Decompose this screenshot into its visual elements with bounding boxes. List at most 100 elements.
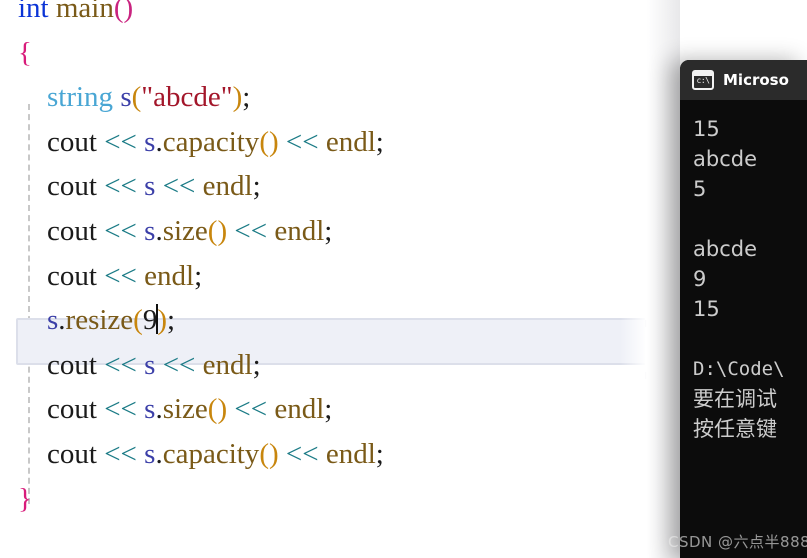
console-line: abcde: [693, 237, 757, 261]
code-token: <<: [104, 125, 137, 158]
scrollbar-change-mark: [645, 320, 667, 327]
code-token: resize: [65, 304, 134, 337]
code-token: endl: [202, 170, 253, 203]
code-token: cout: [47, 437, 97, 470]
code-token: cout: [47, 393, 97, 426]
code-token: <<: [104, 393, 137, 426]
console-title: Microso: [723, 71, 789, 89]
code-token: <<: [104, 348, 137, 381]
code-token: <<: [104, 214, 137, 247]
code-token: s: [144, 393, 156, 426]
code-token: s: [144, 214, 156, 247]
console-output: 15 abcde 5 abcde 9 15 D:\Code\ 要在调试按任意键: [680, 100, 807, 444]
code-token: {: [18, 36, 32, 69]
code-token: (): [207, 393, 228, 426]
code-token: .: [155, 214, 163, 247]
code-token: (: [133, 304, 143, 337]
code-token: ): [157, 304, 168, 337]
code-token: cout: [47, 214, 97, 247]
code-token: cout: [47, 259, 97, 292]
code-token: string: [47, 81, 114, 114]
code-token: ;: [324, 393, 333, 426]
code-token: "abcde": [141, 81, 233, 114]
code-token: 9: [142, 304, 158, 337]
code-token: int: [18, 0, 49, 24]
code-token: endl: [274, 214, 325, 247]
code-token: endl: [144, 259, 195, 292]
code-token: endl: [325, 125, 376, 158]
code-token: ;: [252, 348, 261, 381]
terminal-icon-glyph: c:\: [696, 76, 710, 85]
code-token: s: [120, 81, 132, 114]
code-token: (): [113, 0, 134, 24]
code-token: (): [207, 214, 228, 247]
code-token: size: [162, 393, 208, 426]
console-titlebar[interactable]: c:\ Microso: [680, 60, 807, 100]
code-token: (): [259, 125, 279, 158]
code-token: }: [18, 482, 32, 515]
code-token: cout: [47, 170, 97, 203]
code-token: capacity: [162, 437, 260, 470]
terminal-icon: c:\: [692, 70, 714, 90]
code-token: (: [131, 81, 142, 114]
console-line: 15: [693, 297, 720, 321]
code-token: s: [144, 170, 156, 203]
console-line: abcde: [693, 147, 757, 171]
code-token: ;: [242, 81, 251, 114]
console-line: 9: [693, 267, 707, 291]
code-token: cout: [47, 348, 97, 381]
screenshot-root: int main(){ string s("abcde"); cout << s…: [0, 0, 807, 558]
code-token: (): [259, 437, 279, 470]
code-token: ;: [375, 125, 384, 158]
code-token: <<: [162, 170, 196, 203]
code-token: capacity: [162, 125, 260, 158]
console-line: 5: [693, 177, 707, 201]
code-token: .: [58, 304, 66, 337]
code-token: .: [155, 125, 163, 158]
line-int-main[interactable]: int main(): [0, 0, 807, 31]
code-token: <<: [234, 214, 268, 247]
code-token: <<: [104, 259, 137, 292]
editor-scrollbar[interactable]: [645, 0, 667, 558]
scrollbar-change-mark: [645, 372, 667, 379]
code-token: main: [55, 0, 114, 24]
code-token: cout: [47, 125, 97, 158]
code-token: ;: [252, 170, 261, 203]
code-token: size: [162, 214, 208, 247]
code-token: endl: [274, 393, 325, 426]
code-token: ;: [167, 304, 176, 337]
debug-console-window[interactable]: c:\ Microso 15 abcde 5 abcde 9 15 D:\Code\ 要在调试…: [680, 60, 807, 558]
code-token: ;: [375, 437, 384, 470]
code-token: <<: [285, 125, 319, 158]
code-token: s: [144, 125, 156, 158]
code-token: ): [232, 81, 243, 114]
console-line: D:\Code\: [693, 358, 785, 380]
code-token: <<: [104, 437, 137, 470]
console-line: 15: [693, 117, 720, 141]
code-token: ;: [324, 214, 333, 247]
code-token: .: [155, 393, 163, 426]
code-token: s: [47, 304, 59, 337]
code-token: <<: [104, 170, 137, 203]
code-token: endl: [325, 437, 376, 470]
console-line: 按任意键: [693, 417, 777, 441]
code-token: ;: [194, 259, 203, 292]
console-line: 要在调试: [693, 387, 777, 411]
